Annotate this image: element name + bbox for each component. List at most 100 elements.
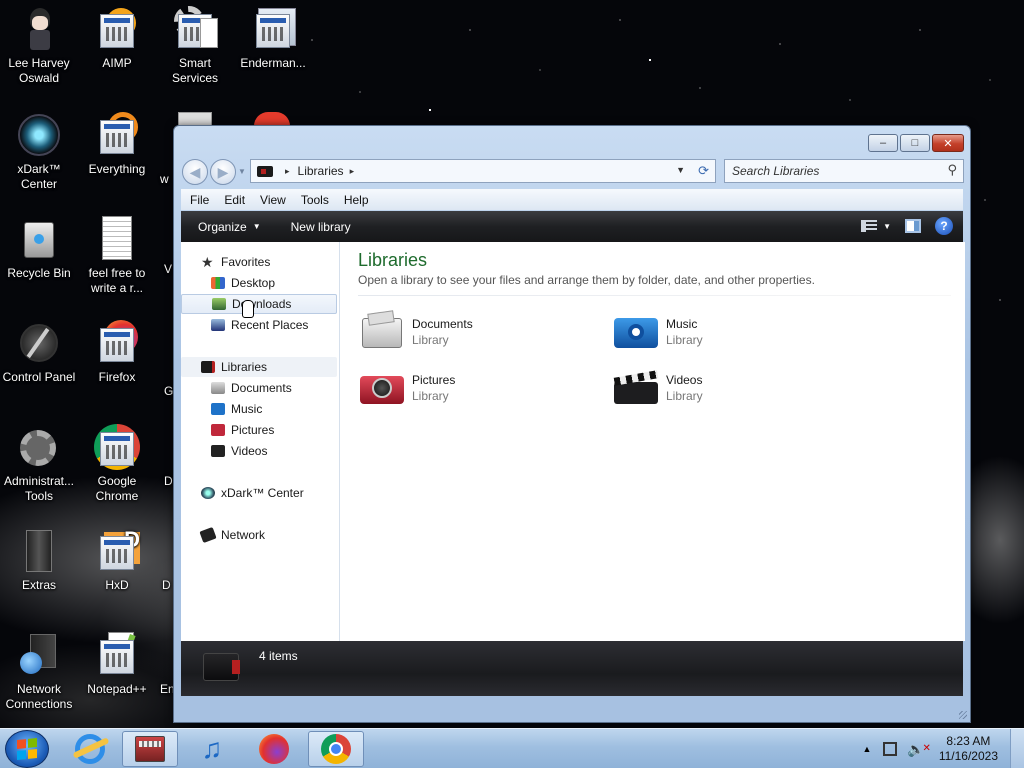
address-dropdown-icon[interactable]: ▼: [676, 165, 685, 175]
admin-tools-icon: [16, 424, 62, 470]
taskbar-firefox[interactable]: [246, 731, 302, 767]
library-videos[interactable]: Videos Library: [613, 366, 854, 410]
system-tray: ▲ 🔈 ✕ 8:23 AM 11/16/2023: [862, 729, 1024, 768]
organize-button[interactable]: Organize ▼: [198, 220, 261, 234]
new-library-button[interactable]: New library: [291, 220, 351, 234]
forward-arrow-icon: ▶: [217, 163, 229, 180]
xdark-icon: [201, 487, 215, 499]
forward-button[interactable]: ▶: [210, 159, 236, 185]
windows-logo-icon: [17, 737, 37, 761]
start-button[interactable]: [5, 730, 49, 768]
breadcrumb-libraries[interactable]: Libraries: [298, 164, 344, 178]
nav-downloads[interactable]: Downloads: [181, 294, 337, 314]
documents-icon: [211, 382, 225, 394]
star-icon: ★: [201, 253, 214, 270]
explorer-window[interactable]: – □ ✕ ◀ ▶ ▼ ▸ Libraries ▸ ▼ ⟳ Search Lib…: [173, 125, 971, 723]
taskbar-music-player[interactable]: ♫: [184, 731, 240, 767]
breadcrumb-chevron-icon[interactable]: ▸: [285, 166, 290, 177]
taskbar-chrome[interactable]: [308, 731, 364, 767]
desktop-icon-firefox[interactable]: Firefox: [78, 320, 156, 385]
organize-dropdown-icon: ▼: [252, 222, 261, 231]
desktop-icon-feel-free[interactable]: feel free to write a r...: [78, 216, 156, 296]
nav-favorites[interactable]: ★ Favorites: [181, 252, 337, 272]
minimize-button[interactable]: –: [868, 134, 898, 152]
volume-muted-icon[interactable]: 🔈 ✕: [907, 741, 930, 758]
page-subtitle: Open a library to see your files and arr…: [358, 273, 815, 287]
internet-explorer-icon: [72, 734, 110, 764]
address-bar[interactable]: ▸ Libraries ▸ ▼ ⟳: [250, 159, 716, 183]
nav-xdark-center[interactable]: xDark™ Center: [181, 483, 337, 503]
menu-view[interactable]: View: [260, 193, 286, 207]
search-icon[interactable]: ⚲: [947, 162, 957, 178]
nav-recent-places[interactable]: Recent Places: [181, 315, 337, 335]
taskbar-internet-explorer[interactable]: [62, 731, 118, 767]
desktop-icon-network-connections[interactable]: Network Connections: [0, 632, 78, 712]
partial-label: En: [160, 682, 175, 696]
partial-icon: [178, 112, 212, 126]
close-button[interactable]: ✕: [932, 134, 964, 152]
library-icon: [135, 736, 165, 762]
network-tray-icon[interactable]: [883, 742, 898, 756]
back-button[interactable]: ◀: [182, 159, 208, 185]
item-count: 4 items: [259, 649, 298, 663]
pictures-library-icon: [360, 368, 404, 408]
breadcrumb-chevron-icon[interactable]: ▸: [350, 166, 355, 177]
menu-file[interactable]: File: [190, 193, 209, 207]
preview-pane-icon[interactable]: [905, 219, 921, 233]
partial-icon: [254, 112, 290, 126]
taskbar: ♫ ▲ 🔈 ✕ 8:23 AM 11/16/2023: [0, 728, 1024, 768]
desktop-icon-everything[interactable]: Everything: [78, 112, 156, 177]
library-pictures[interactable]: Pictures Library: [360, 366, 600, 410]
nav-libraries[interactable]: Libraries: [181, 357, 337, 377]
desktop: Lee Harvey Oswald xDark™ Center Recycle …: [0, 0, 1024, 728]
nav-documents[interactable]: Documents: [181, 378, 337, 398]
desktop-icon-smart-services[interactable]: Smart Services: [156, 6, 234, 86]
hxd-icon: D: [94, 528, 140, 574]
library-documents[interactable]: Documents Library: [360, 310, 600, 354]
help-icon[interactable]: ?: [935, 217, 953, 235]
navigation-row: ◀ ▶ ▼ ▸ Libraries ▸ ▼ ⟳ Search Libraries…: [182, 158, 964, 185]
desktop-icon-administrative-tools[interactable]: Administrat... Tools: [0, 424, 78, 504]
nav-videos[interactable]: Videos: [181, 441, 337, 461]
recent-pages-chevron-icon[interactable]: ▼: [238, 167, 246, 176]
taskbar-explorer[interactable]: [122, 731, 178, 767]
desktop-icon-extras[interactable]: Extras: [0, 528, 78, 593]
firefox-icon: [94, 320, 140, 366]
clock[interactable]: 8:23 AM 11/16/2023: [939, 734, 998, 764]
desktop-icon-lee-harvey-oswald[interactable]: Lee Harvey Oswald: [0, 6, 78, 86]
show-hidden-icons-icon[interactable]: ▲: [862, 744, 871, 754]
nav-network[interactable]: Network: [181, 525, 337, 545]
desktop-icon-recycle-bin[interactable]: Recycle Bin: [0, 216, 78, 281]
nav-desktop[interactable]: Desktop: [181, 273, 337, 293]
refresh-icon[interactable]: ⟳: [698, 163, 709, 179]
desktop-icon-control-panel[interactable]: Control Panel: [0, 320, 78, 385]
desktop-icon-google-chrome[interactable]: Google Chrome: [78, 424, 156, 504]
hand-cursor-icon: [242, 300, 254, 318]
menu-tools[interactable]: Tools: [301, 193, 329, 207]
chrome-icon: [321, 734, 351, 764]
nav-music[interactable]: Music: [181, 399, 337, 419]
videos-icon: [211, 445, 225, 457]
library-music[interactable]: Music Library: [614, 310, 854, 354]
menu-edit[interactable]: Edit: [224, 193, 245, 207]
text-document-icon: [94, 216, 140, 262]
menu-bar: File Edit View Tools Help: [181, 189, 963, 210]
services-icon: [172, 6, 218, 52]
desktop-icon-aimp[interactable]: AIMP: [78, 6, 156, 71]
downloads-icon: [212, 298, 226, 310]
view-dropdown-icon[interactable]: ▼: [883, 222, 891, 231]
desktop-icon-hxd[interactable]: D HxD: [78, 528, 156, 593]
documents-library-icon: [360, 310, 404, 352]
show-desktop-button[interactable]: [1010, 729, 1024, 768]
resize-grip[interactable]: [959, 711, 967, 719]
search-input[interactable]: Search Libraries ⚲: [724, 159, 964, 183]
nav-pictures[interactable]: Pictures: [181, 420, 337, 440]
command-bar: Organize ▼ New library ▼ ?: [181, 211, 963, 242]
desktop-icon-enderman[interactable]: Enderman...: [234, 6, 312, 71]
menu-help[interactable]: Help: [344, 193, 369, 207]
change-view-icon[interactable]: [861, 220, 878, 232]
desktop-icon-xdark-center[interactable]: xDark™ Center: [0, 112, 78, 192]
maximize-button[interactable]: □: [900, 134, 930, 152]
xdark-icon: [16, 112, 62, 158]
desktop-icon-notepadpp[interactable]: Notepad++: [78, 632, 156, 697]
